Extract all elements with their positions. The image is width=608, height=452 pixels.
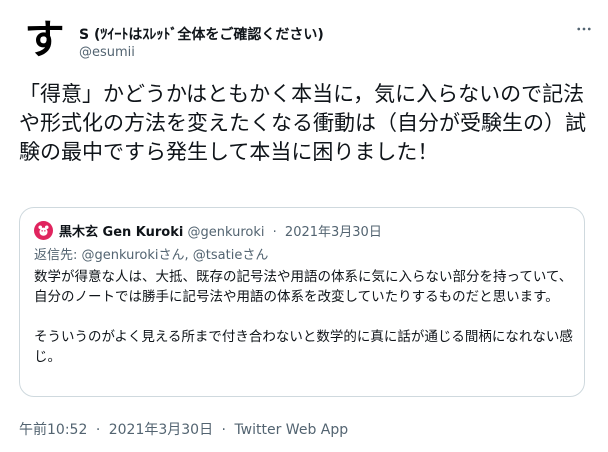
quoted-tweet[interactable]: 黒木玄 Gen Kuroki @genkuroki · 2021年3月30日 返… [19,207,585,397]
quote-meta-separator: · [272,225,277,240]
tweet-date[interactable]: 2021年3月30日 [109,422,213,438]
more-horizontal-icon [575,20,593,42]
tweet: す S (ﾂｲｰﾄはｽﾚｯﾄﾞ全体をご確認ください) @esumii 「得意」か… [0,0,608,452]
avatar-character: す [24,16,65,63]
author-name[interactable]: S (ﾂｲｰﾄはｽﾚｯﾄﾞ全体をご確認ください) [79,24,324,44]
quote-paragraph-2: そういうのがよく見える所まで付き合わないと数学的に真に話が通じる間柄になれない感… [34,329,573,365]
tweet-text: 「得意」かどうかはともかく本当に，気に入らないので記法や形式化の方法を変えたくな… [19,82,586,164]
reply-mention-2: @tsatieさん [192,248,269,263]
author-handle[interactable]: @esumii [79,45,135,60]
quote-body: 数学が得意な人は、大抵、既存の記号法や用語の体系に気に入らない部分を持っていて、… [34,267,574,367]
quote-author-avatar[interactable] [34,221,53,240]
reply-mention-1: @genkurokiさん [81,248,185,263]
footer-separator-1: · [95,422,101,438]
reply-prefix: 返信先: [34,248,82,263]
tweet-source[interactable]: Twitter Web App [234,422,348,438]
quote-paragraph-1: 数学が得意な人は、大抵、既存の記号法や用語の体系に気に入らない部分を持っていて、… [34,269,573,305]
quote-reply-context: 返信先: @genkurokiさん, @tsatieさん [34,244,268,263]
author-avatar[interactable]: す [20,15,69,64]
reply-joiner: , [184,248,193,263]
quote-date[interactable]: 2021年3月30日 [285,225,382,240]
tweet-time[interactable]: 午前10:52 [19,422,87,438]
quote-header: 黒木玄 Gen Kuroki @genkuroki · 2021年3月30日 [59,221,382,240]
quote-author-handle[interactable]: @genkuroki [187,225,264,240]
footer-separator-2: · [221,422,226,438]
quote-author-name[interactable]: 黒木玄 Gen Kuroki [59,225,183,240]
quote-avatar-face-icon [38,225,49,236]
more-options-button[interactable] [570,20,598,42]
tweet-footer: 午前10:52 · 2021年3月30日 · Twitter Web App [19,419,348,439]
